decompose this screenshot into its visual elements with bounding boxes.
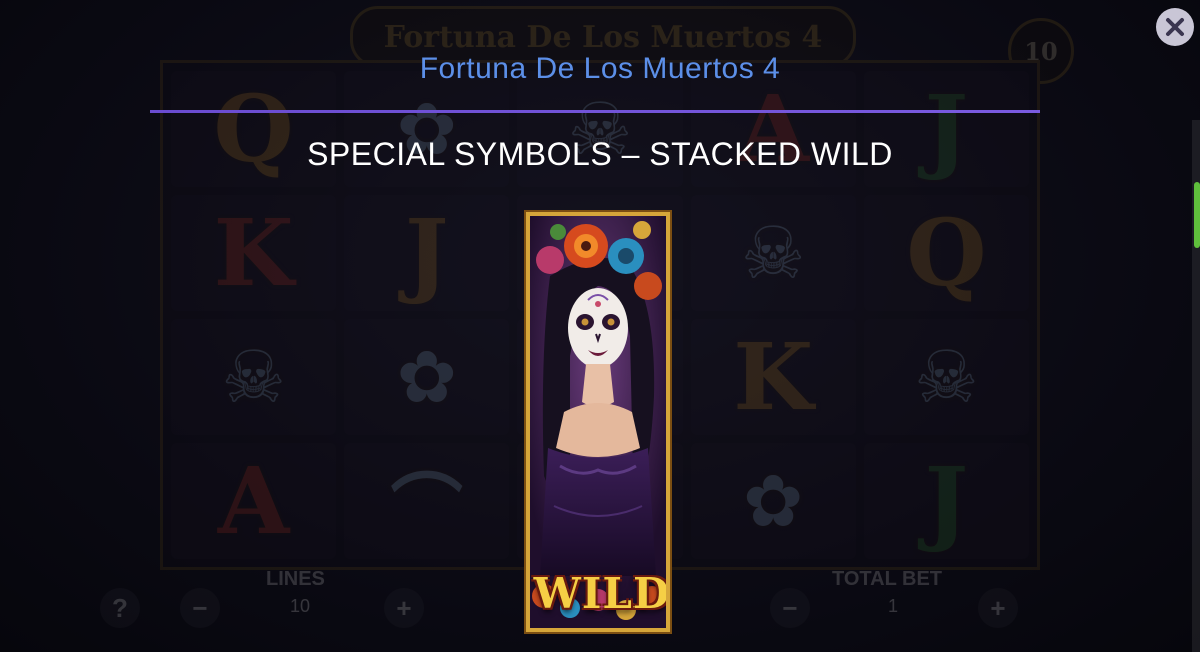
scrollbar-thumb[interactable] <box>1194 182 1200 248</box>
stacked-wild-symbol: WILD <box>526 212 670 632</box>
game-info-screen: Fortuna De Los Muertos 4 10 Q ✿ ☠ A J K … <box>0 0 1200 652</box>
close-icon <box>1166 18 1184 36</box>
wild-label: WILD <box>533 568 670 618</box>
close-button[interactable] <box>1156 8 1194 46</box>
section-heading: SPECIAL SYMBOLS – STACKED WILD <box>307 136 893 172</box>
info-title: Fortuna De Los Muertos 4 <box>419 52 781 85</box>
wild-banner: WILD <box>530 564 670 622</box>
title-divider <box>150 110 1040 113</box>
